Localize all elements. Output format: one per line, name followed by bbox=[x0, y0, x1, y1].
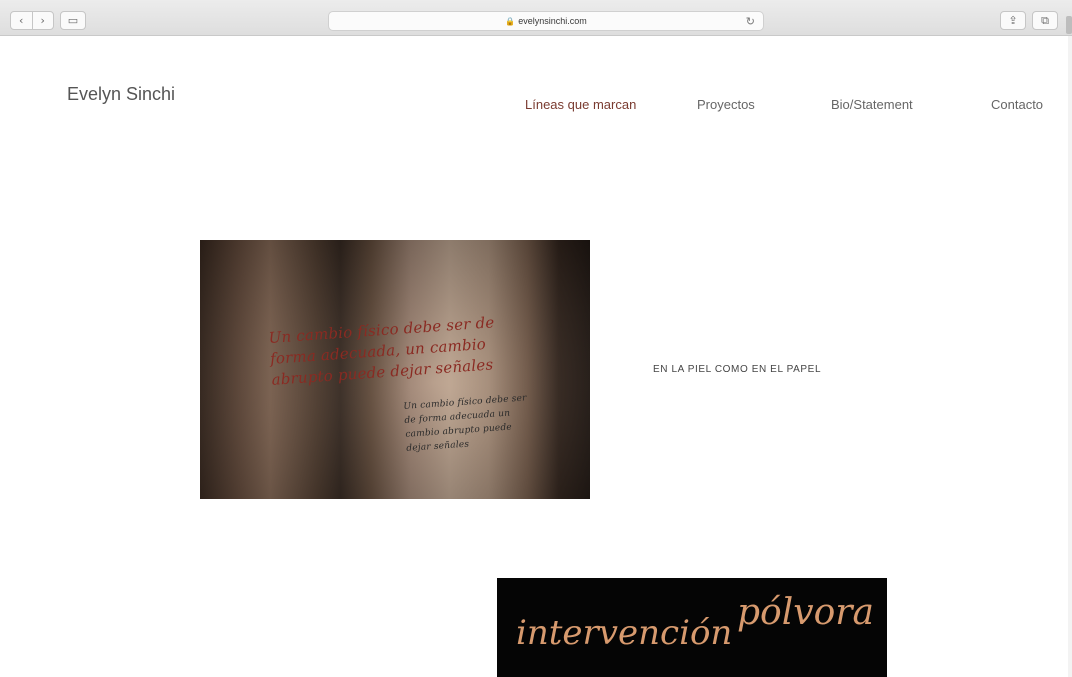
share-icon: ⇪ bbox=[1008, 14, 1018, 27]
toolbar-edge bbox=[1066, 16, 1072, 34]
project-banner-polvora[interactable]: intervención pólvora bbox=[497, 578, 887, 677]
banner-word-polvora: pólvora bbox=[737, 592, 874, 633]
back-icon[interactable]: ‹ bbox=[11, 12, 32, 29]
sidebar-icon: ▭ bbox=[67, 14, 79, 27]
url-text: evelynsinchi.com bbox=[518, 16, 587, 26]
browser-toolbar: ‹ › ▭ 🔒 evelynsinchi.com ↻ ⇪ ⧉ bbox=[0, 0, 1072, 36]
site-title-link[interactable]: Evelyn Sinchi bbox=[67, 84, 175, 105]
window-scrollbar-track[interactable] bbox=[1068, 36, 1072, 677]
project-title-en-la-piel[interactable]: EN LA PIEL COMO EN EL PAPEL bbox=[653, 364, 821, 375]
tabs-icon: ⧉ bbox=[1041, 13, 1049, 27]
nav-contacto[interactable]: Contacto bbox=[991, 97, 1043, 112]
nav-lineas-que-marcan[interactable]: Líneas que marcan bbox=[525, 97, 636, 112]
banner-word-intervencion: intervención bbox=[516, 613, 733, 653]
history-buttons: ‹ › bbox=[10, 11, 54, 30]
nav-bio-statement[interactable]: Bio/Statement bbox=[831, 97, 913, 112]
tabs-overview-button[interactable]: ⧉ bbox=[1032, 11, 1058, 30]
forward-icon[interactable]: › bbox=[31, 12, 54, 29]
embroidered-text-small: Un cambio físico debe ser de forma adecu… bbox=[403, 393, 527, 454]
address-bar[interactable]: 🔒 evelynsinchi.com ↻ bbox=[328, 11, 764, 31]
sidebar-toggle-button[interactable]: ▭ bbox=[60, 11, 86, 30]
reload-icon[interactable]: ↻ bbox=[746, 15, 755, 28]
lock-icon: 🔒 bbox=[505, 16, 516, 26]
project-image-en-la-piel[interactable]: Un cambio físico debe ser de forma adecu… bbox=[200, 240, 590, 499]
share-button[interactable]: ⇪ bbox=[1000, 11, 1026, 30]
nav-proyectos[interactable]: Proyectos bbox=[697, 97, 755, 112]
